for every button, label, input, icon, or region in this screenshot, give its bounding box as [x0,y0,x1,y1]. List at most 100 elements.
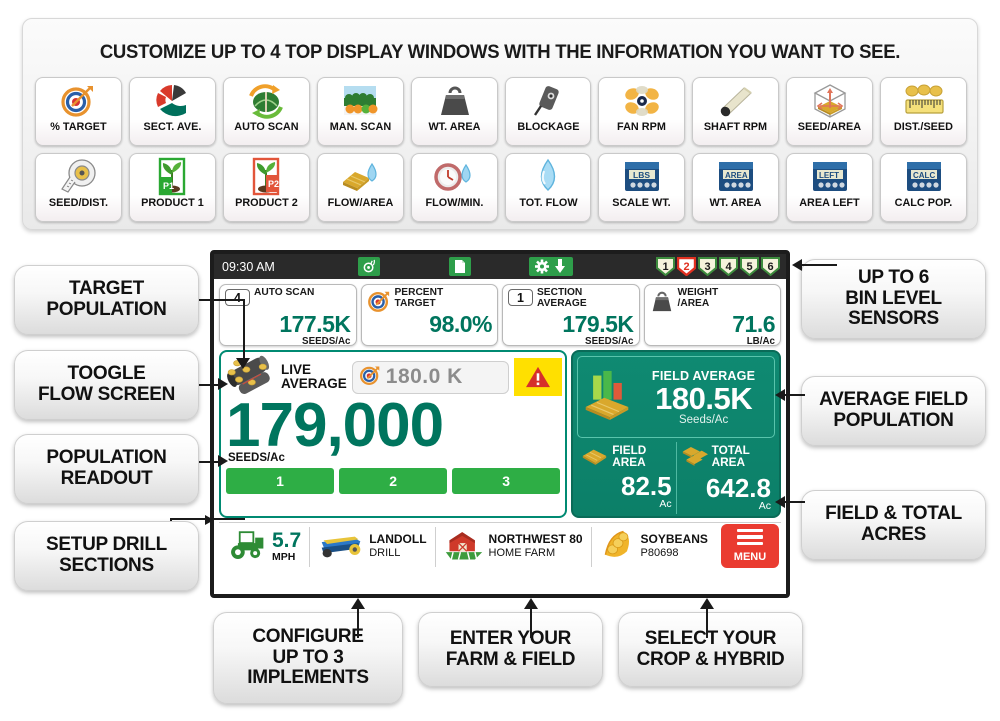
icon-label: SECT. AVE. [143,121,202,133]
arrowhead-target-population [236,358,250,369]
icon-button-blockage[interactable]: BLOCKAGE [504,77,592,146]
icon-button-flow-min[interactable]: FLOW/MIN. [410,153,498,222]
bin-indicator-6[interactable]: 6 [761,257,780,276]
icon-label: AREA LEFT [799,197,860,209]
screen-calc-icon: CALC [881,154,966,198]
speed-segment[interactable]: 5.7 MPH [219,527,309,567]
crop-label: SOYBEANS P80698 [641,532,708,559]
weight-icon [650,289,674,318]
bin-indicator-2[interactable]: 2 [677,257,696,276]
icon-button-wt-area-2[interactable]: AREA WT. AREA [692,153,780,222]
target-population-chip[interactable]: 180.0 K [351,360,510,394]
icon-label: WT. AREA [709,197,762,209]
icon-button-calc-pop[interactable]: CALC CALC POP. [880,153,968,222]
icon-label: MAN. SCAN [329,121,391,133]
drill-icon [318,529,364,564]
section-button-1[interactable]: 1 [226,468,335,495]
icon-label: % TARGET [50,121,107,133]
field-rows-icon [318,78,403,122]
tractor-icon [227,527,267,566]
icon-button-area-left[interactable]: LEFT AREA LEFT [786,153,874,222]
arrowhead-setup-drill-sections [205,515,214,525]
bin-indicator-1[interactable]: 1 [656,257,675,276]
icon-button-man-scan[interactable]: MAN. SCAN [316,77,404,146]
bar-chart-field-icon [582,368,632,427]
bin-indicator-3[interactable]: 3 [698,257,717,276]
svg-text:P1: P1 [163,181,174,191]
icon-button-seed-area[interactable]: SEED/AREA [786,77,874,146]
customize-panel: CUSTOMIZE UP TO 4 TOP DISPLAY WINDOWS WI… [22,18,978,230]
farm-field-segment[interactable]: NORTHWEST 80 HOME FARM [434,526,591,567]
total-area-box[interactable]: TOTAL AREA 642.8 Ac [675,442,775,514]
callout-select-crop-hybrid: SELECT YOUR CROP & HYBRID [618,612,803,687]
sensor-icon [506,78,591,122]
section-button-2[interactable]: 2 [339,468,448,495]
svg-text:LEFT: LEFT [819,171,839,180]
field-average-box[interactable]: FIELD AVERAGE 180.5K Seeds/Ac [577,356,775,438]
field-summary-pane[interactable]: FIELD AVERAGE 180.5K Seeds/Ac FIELD AREA… [571,350,781,518]
weight-icon [412,78,497,122]
icon-button-flow-area[interactable]: FLOW/AREA [316,153,404,222]
ruler-seeds-icon [881,78,966,122]
target-icon [36,78,121,122]
leader-average-field-population [785,394,805,396]
display-window-auto-scan[interactable]: 4 AUTO SCAN 177.5K SEEDS/Ac [219,284,357,346]
area-row: FIELD AREA 82.5 Ac TOTAL AREA 642.8 Ac [577,442,775,514]
callout-average-field-population: AVERAGE FIELD POPULATION [801,376,986,446]
callout-target-population: TARGET POPULATION [14,265,199,335]
display-window-section-average[interactable]: 1 SECTION AVERAGE 179.5K SEEDS/Ac [502,284,640,346]
warning-indicator[interactable] [514,358,563,396]
icon-button-shaft-rpm[interactable]: SHAFT RPM [692,77,780,146]
callout-configure-implements: CONFIGURE UP TO 3 IMPLEMENTS [213,612,403,704]
icon-button-auto-scan[interactable]: AUTO SCAN [222,77,310,146]
field-area-box[interactable]: FIELD AREA 82.5 Ac [577,442,675,514]
callout-population-readout: POPULATION READOUT [14,434,199,504]
icon-button-product-2[interactable]: P2 PRODUCT 2 [222,153,310,222]
icon-label: DIST./SEED [894,121,954,133]
leader-field-total-acres [785,501,805,503]
window-title: PERCENT TARGET [394,287,444,309]
bin-indicator-4[interactable]: 4 [719,257,738,276]
icon-label: WT. AREA [428,121,481,133]
field-area-title: FIELD AREA [612,443,647,470]
warning-triangle-icon [526,366,551,388]
leader-target-population [199,299,245,301]
icon-button-tot-flow[interactable]: TOT. FLOW [504,153,592,222]
status-bar: 09:30 AM 1 2 3 4 5 6 [214,254,786,279]
arrowhead-average-field-population [775,389,785,401]
leader-target-population-vert [243,299,245,361]
icon-button-sect-ave[interactable]: SECT. AVE. [128,77,216,146]
implement-label: LANDOLL DRILL [369,532,426,559]
fan-icon [599,78,684,122]
icon-button-seed-dist[interactable]: SEED/DIST. [35,153,122,222]
icon-button-fan-rpm[interactable]: FAN RPM [598,77,686,146]
icon-grid: % TARGET SECT. AVE. AUTO SCAN MAN. SCAN … [31,77,971,229]
tape-measure-icon [36,154,121,198]
settings-download-group[interactable] [529,257,573,276]
icon-button-scale-wt[interactable]: LBS SCALE WT. [598,153,686,222]
bin-indicator-5[interactable]: 5 [740,257,759,276]
icon-button-wt-area[interactable]: WT. AREA [410,77,498,146]
display-window-weight-area[interactable]: WEIGHT /AREA 71.6 LB/Ac [643,284,781,347]
icon-button-percent-target[interactable]: % TARGET [35,77,122,146]
icon-label: SEED/DIST. [48,197,108,209]
plant-p1-icon: P1 [130,154,215,198]
window-unit: SEEDS/Ac [585,336,634,347]
arrowhead-field-total-acres [775,496,785,508]
clock: 09:30 AM [222,259,275,274]
display-window-percent-target[interactable]: PERCENT TARGET 98.0% [360,284,498,346]
icon-button-dist-seed[interactable]: DIST./SEED [880,77,968,146]
svg-text:LBS: LBS [633,170,650,180]
implement-segment[interactable]: LANDOLL DRILL [309,526,434,567]
population-readout-pane[interactable]: LIVE AVERAGE 180.0 K 179,000 SEEDS/Ac 1 … [219,350,568,518]
file-icon[interactable] [449,257,471,276]
icon-button-product-1[interactable]: P1 PRODUCT 1 [128,153,216,222]
crop-segment[interactable]: SOYBEANS P80698 [590,526,716,567]
section-button-3[interactable]: 3 [452,468,561,495]
leader-select-crop-hybrid [706,608,708,638]
speed-unit: MPH [272,551,296,563]
window-unit: LB/Ac [746,336,775,347]
gps-signal-icon[interactable] [358,257,380,276]
menu-button[interactable]: MENU [721,524,779,568]
icon-label: BLOCKAGE [516,121,580,133]
